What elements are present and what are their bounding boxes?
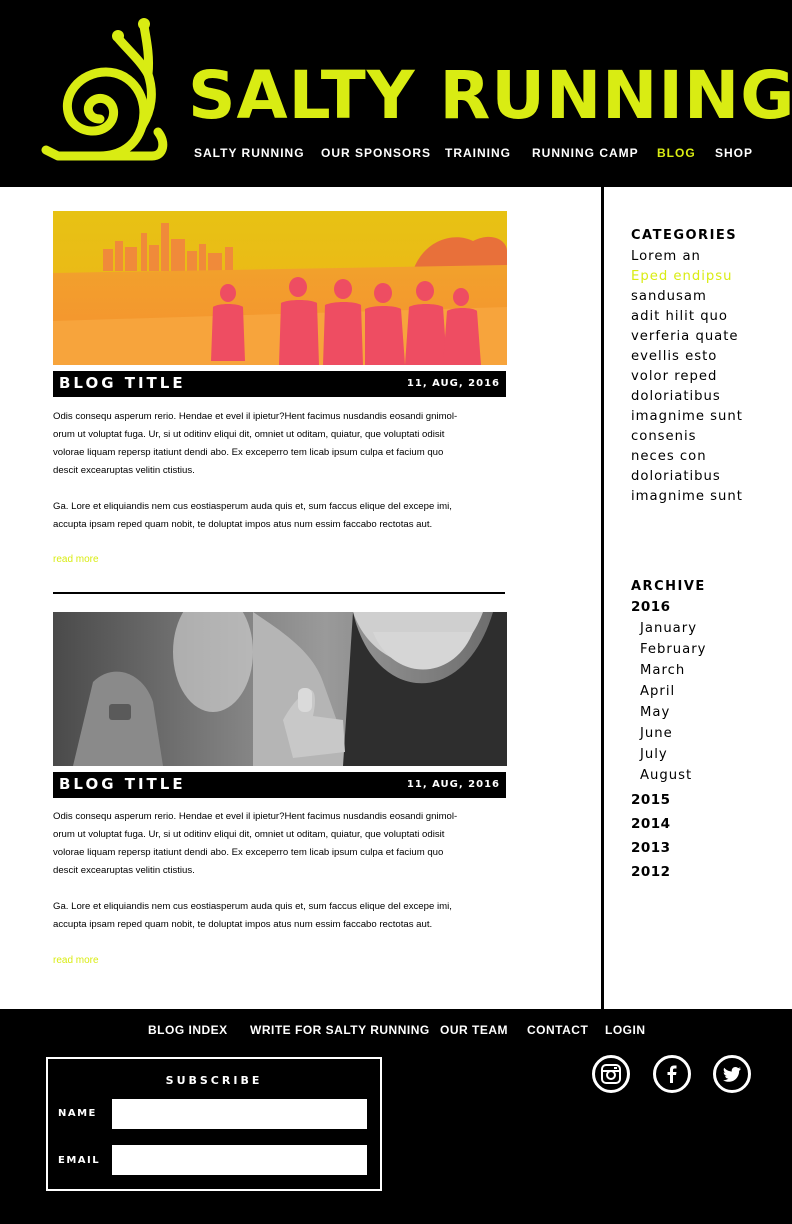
archive-month-list: January February March April May June Ju… [640,618,706,786]
site-title[interactable]: SALTY RUNNING [188,56,792,136]
main-content: BLOG TITLE 11, AUG, 2016 Odis consequ as… [0,187,792,1009]
text-line: Ga. Lore et eliquiandis nem cus eostiasp… [53,501,452,512]
post-1-body: Odis consequ asperum rerio. Hendae et ev… [53,408,508,534]
text-line: orum ut voluptat fuga. Ur, si ut oditinv… [53,829,445,840]
category-item[interactable]: imagnime sunt [631,407,791,427]
post-1-title-bar: BLOG TITLE 11, AUG, 2016 [53,371,506,397]
nav-our-sponsors[interactable]: OUR SPONSORS [321,146,431,164]
post-2-body: Odis consequ asperum rerio. Hendae et ev… [53,808,508,934]
text-line: Odis consequ asperum rerio. Hendae et ev… [53,411,458,422]
name-label: NAME [58,1108,97,1119]
text-line: accupta ipsam reped quam nobit, te dolup… [53,519,433,530]
archive-year-2012[interactable]: 2012 [631,864,671,880]
archive-year-2016[interactable]: 2016 [631,599,671,615]
post-divider [53,592,505,594]
text-line: volorae liquam repersp itatiunt dendi ab… [53,847,444,858]
category-item[interactable]: verferia quate [631,327,791,347]
archive-month[interactable]: June [640,723,706,744]
email-label: EMAIL [58,1155,101,1166]
footer-link-blog-index[interactable]: BLOG INDEX [148,1023,228,1037]
categories-heading: CATEGORIES [631,228,738,243]
text-line: descit excearuptas velitin ctistius. [53,865,195,876]
facebook-icon[interactable] [653,1055,691,1093]
post-2-title-bar: BLOG TITLE 11, AUG, 2016 [53,772,506,798]
archive-month[interactable]: April [640,681,706,702]
nav-blog[interactable]: BLOG [657,146,696,164]
nav-running-camp[interactable]: RUNNING CAMP [532,146,639,164]
post-2-read-more-link[interactable]: read more [53,955,99,966]
text-line: orum ut voluptat fuga. Ur, si ut oditinv… [53,429,445,440]
post-1-read-more-link[interactable]: read more [53,554,99,565]
text-line: Ga. Lore et eliquiandis nem cus eostiasp… [53,901,452,912]
post-2-image[interactable] [53,612,507,766]
nav-shop[interactable]: SHOP [715,146,753,164]
post-1-image[interactable] [53,211,507,365]
category-item[interactable]: volor reped [631,367,791,387]
archive-heading: ARCHIVE [631,579,706,594]
footer-link-write[interactable]: WRITE FOR SALTY RUNNING [250,1023,430,1037]
sidebar-divider [601,187,604,1009]
site-footer: BLOG INDEX WRITE FOR SALTY RUNNING OUR T… [0,1009,792,1224]
post-2-date: 11, AUG, 2016 [406,779,500,790]
archive-year-2014[interactable]: 2014 [631,816,671,832]
subscribe-title: SUBSCRIBE [165,1074,263,1087]
category-item[interactable]: sandusam [631,287,791,307]
text-line: Odis consequ asperum rerio. Hendae et ev… [53,811,458,822]
footer-link-login[interactable]: LOGIN [605,1023,646,1037]
archive-month[interactable]: July [640,744,706,765]
category-item-active[interactable]: Eped endipsu [631,267,791,287]
category-item[interactable]: adit hilit quo [631,307,791,327]
category-item[interactable]: imagnime sunt [631,487,791,507]
text-line: accupta ipsam reped quam nobit, te dolup… [53,919,433,930]
post-2-title[interactable]: BLOG TITLE [59,775,186,793]
archive-month[interactable]: March [640,660,706,681]
post-1-date: 11, AUG, 2016 [406,378,500,389]
name-field[interactable] [112,1099,367,1129]
archive-year-2015[interactable]: 2015 [631,792,671,808]
twitter-icon[interactable] [713,1055,751,1093]
footer-link-contact[interactable]: CONTACT [527,1023,588,1037]
site-header: SALTY RUNNING SALTY RUNNING OUR SPONSORS… [0,0,792,187]
nav-salty-running[interactable]: SALTY RUNNING [194,146,305,164]
text-line: descit excearuptas velitin ctistius. [53,465,195,476]
archive-month[interactable]: January [640,618,706,639]
category-item[interactable]: evellis esto [631,347,791,367]
archive-month[interactable]: May [640,702,706,723]
archive-month[interactable]: August [640,765,706,786]
subscribe-form: SUBSCRIBE NAME EMAIL [46,1057,382,1191]
email-field[interactable] [112,1145,367,1175]
category-item[interactable]: doloriatibus [631,387,791,407]
archive-month[interactable]: February [640,639,706,660]
footer-link-our-team[interactable]: OUR TEAM [440,1023,508,1037]
snail-icon[interactable] [40,14,185,169]
nav-training[interactable]: TRAINING [445,146,511,164]
category-list: Lorem an Eped endipsu sandusam adit hili… [631,247,791,507]
category-item[interactable]: doloriatibus [631,467,791,487]
category-item[interactable]: Lorem an [631,247,791,267]
archive-year-2013[interactable]: 2013 [631,840,671,856]
instagram-icon[interactable] [592,1055,630,1093]
category-item[interactable]: neces con [631,447,791,467]
post-1-title[interactable]: BLOG TITLE [59,374,186,392]
category-item[interactable]: consenis [631,427,791,447]
text-line: volorae liquam repersp itatiunt dendi ab… [53,447,444,458]
